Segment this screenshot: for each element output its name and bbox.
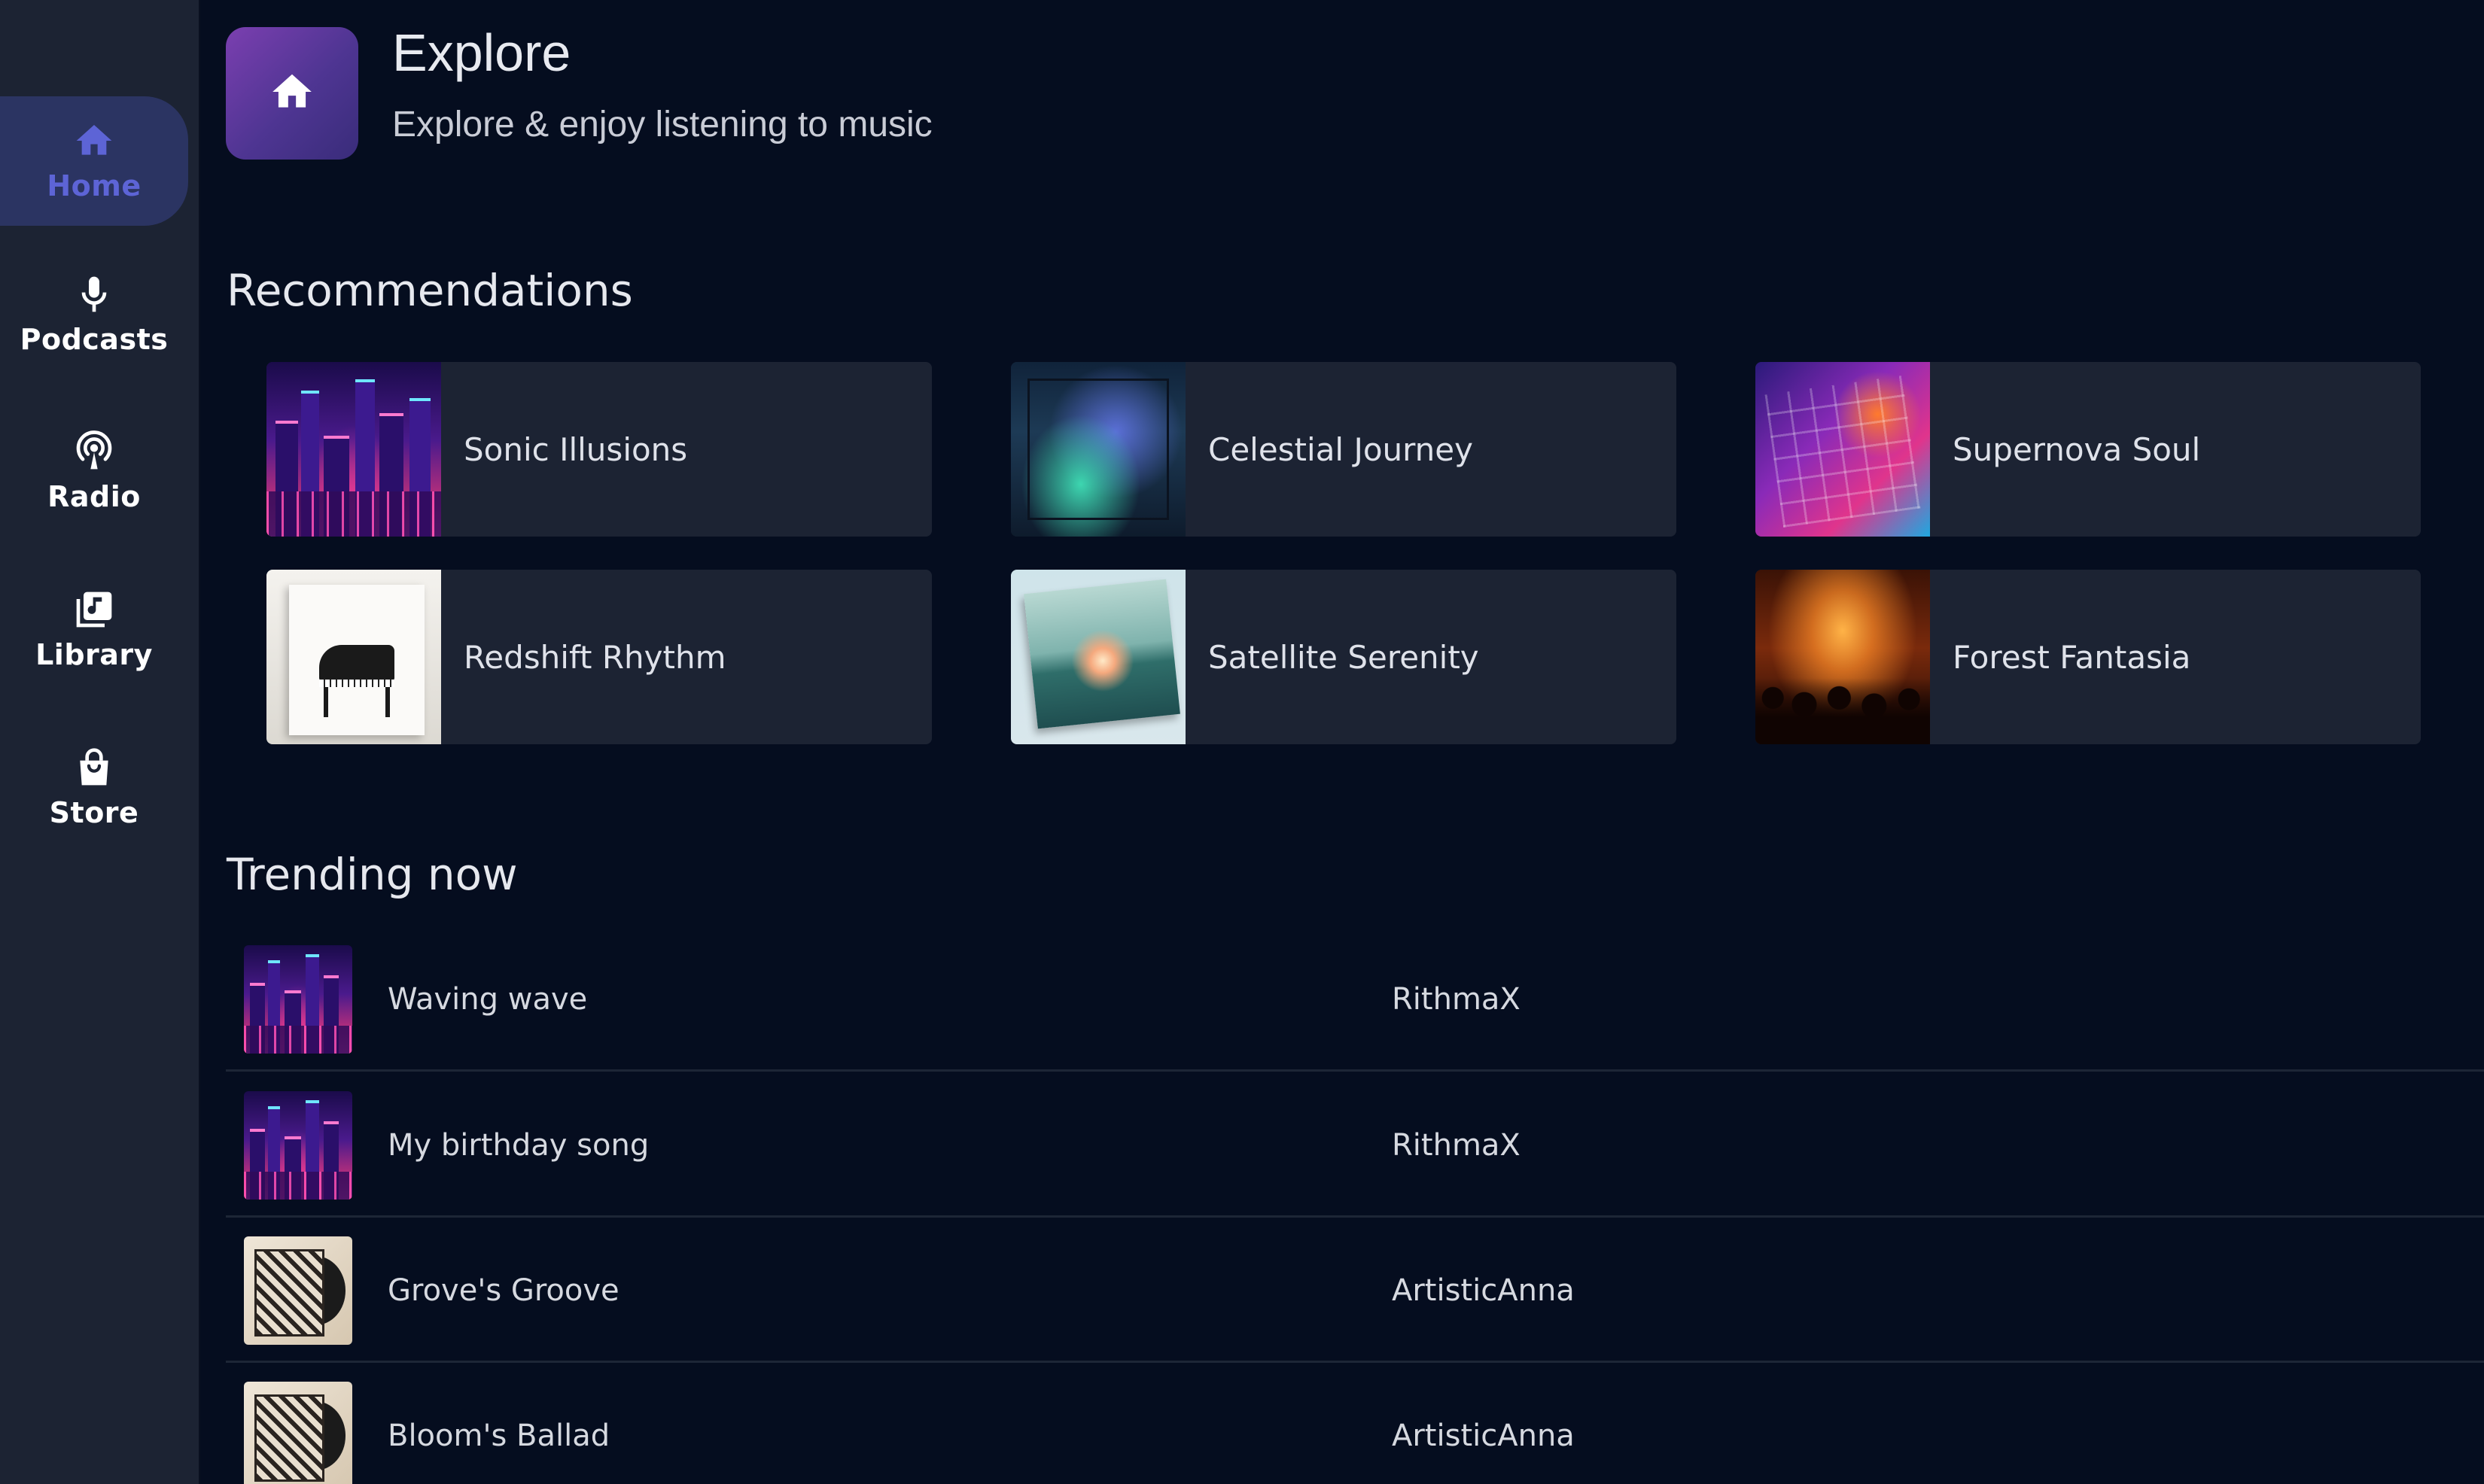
track-title: Waving wave	[388, 982, 588, 1017]
track-title: Grove's Groove	[388, 1273, 619, 1308]
sidebar: Home Podcasts Radio Library Store	[0, 0, 200, 1484]
track-art-image	[244, 1236, 352, 1345]
page-subtitle: Explore & enjoy listening to music	[392, 105, 933, 144]
track-art-image	[244, 945, 352, 1054]
music-app: Home Podcasts Radio Library Store Explor…	[0, 0, 2484, 1484]
recommendation-card[interactable]: Celestial Journey	[1011, 362, 1676, 537]
track-artist: RithmaX	[1392, 1128, 1521, 1163]
trending-row[interactable]: Waving wave RithmaX	[226, 927, 2484, 1072]
sidebar-item-label: Podcasts	[20, 323, 169, 356]
sidebar-item-label: Radio	[47, 480, 141, 513]
radio-icon	[73, 430, 115, 473]
album-art-image	[1011, 570, 1186, 744]
recommendation-card[interactable]: Sonic Illusions	[266, 362, 932, 537]
track-title: Bloom's Ballad	[388, 1419, 610, 1453]
home-icon	[73, 120, 115, 162]
recommendation-card[interactable]: Redshift Rhythm	[266, 570, 932, 744]
recommendation-title: Forest Fantasia	[1953, 638, 2191, 676]
recommendation-title: Celestial Journey	[1208, 430, 1473, 468]
sidebar-item-label: Library	[35, 638, 153, 671]
trending-row[interactable]: Bloom's Ballad ArtisticAnna	[226, 1364, 2484, 1484]
track-artist: RithmaX	[1392, 982, 1521, 1017]
album-art-image	[1011, 362, 1186, 537]
home-icon	[269, 68, 315, 118]
recommendation-title: Supernova Soul	[1953, 430, 2201, 468]
sidebar-item-radio[interactable]: Radio	[0, 408, 188, 536]
microphone-icon	[73, 273, 115, 315]
recommendation-card[interactable]: Supernova Soul	[1755, 362, 2421, 537]
store-icon	[73, 747, 115, 789]
page-title: Explore	[392, 23, 571, 82]
sidebar-item-home[interactable]: Home	[0, 96, 188, 226]
sidebar-item-library[interactable]: Library	[0, 566, 188, 694]
album-art-image	[1755, 570, 1930, 744]
track-artist: ArtisticAnna	[1392, 1273, 1575, 1308]
track-art-image	[244, 1382, 352, 1484]
trending-heading: Trending now	[227, 849, 518, 900]
library-icon	[73, 588, 115, 631]
recommendation-card[interactable]: Satellite Serenity	[1011, 570, 1676, 744]
recommendation-title: Sonic Illusions	[464, 430, 688, 468]
sidebar-item-podcasts[interactable]: Podcasts	[0, 251, 188, 379]
recommendations-heading: Recommendations	[227, 265, 633, 316]
recommendation-title: Satellite Serenity	[1208, 638, 1479, 676]
trending-row[interactable]: My birthday song RithmaX	[226, 1073, 2484, 1218]
header-home-tile	[226, 27, 358, 160]
track-title: My birthday song	[388, 1128, 650, 1163]
sidebar-item-label: Store	[49, 796, 139, 829]
trending-row[interactable]: Grove's Groove ArtisticAnna	[226, 1218, 2484, 1363]
sidebar-item-label: Home	[47, 169, 142, 202]
album-art-image	[266, 570, 441, 744]
track-artist: ArtisticAnna	[1392, 1419, 1575, 1453]
sidebar-item-store[interactable]: Store	[0, 724, 188, 852]
album-art-image	[266, 362, 441, 537]
recommendation-title: Redshift Rhythm	[464, 638, 726, 676]
recommendation-card[interactable]: Forest Fantasia	[1755, 570, 2421, 744]
track-art-image	[244, 1091, 352, 1200]
album-art-image	[1755, 362, 1930, 537]
